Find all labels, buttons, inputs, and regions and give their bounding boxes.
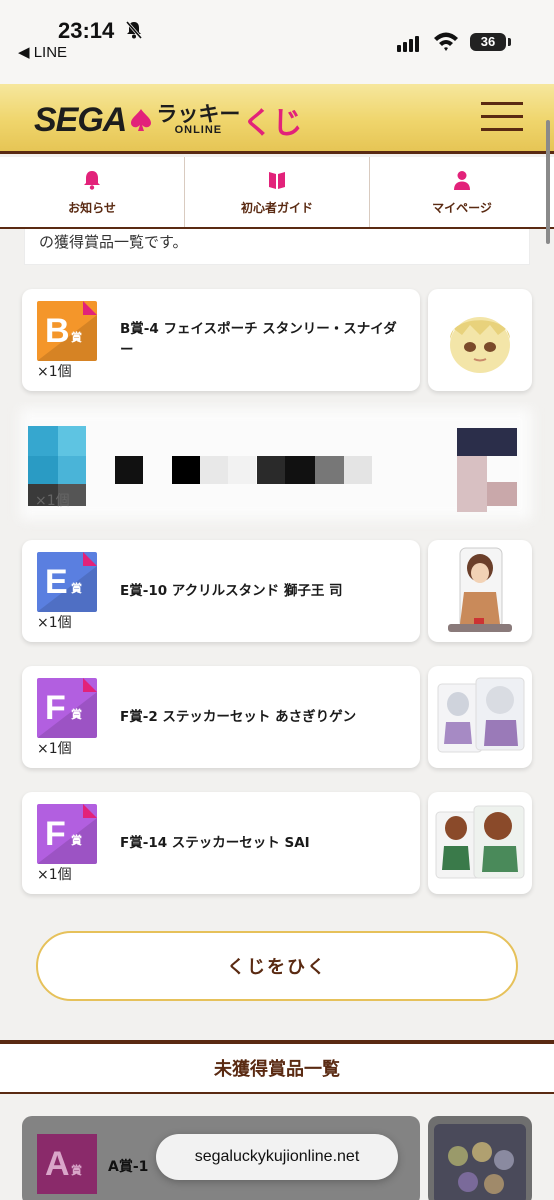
prize-name: E賞-10 アクリルスタンド 獅子王 司 bbox=[120, 582, 343, 599]
prize-card[interactable]: F 賞 F賞-2 ステッカーセット あさぎりゲン ×1個 bbox=[22, 666, 420, 768]
badge-letter: F bbox=[45, 689, 66, 727]
menu-icon[interactable] bbox=[481, 102, 523, 134]
prize-quantity: ×1個 bbox=[37, 364, 72, 380]
battery-level: 36 bbox=[480, 34, 496, 49]
badge-letter: E bbox=[45, 563, 68, 601]
bell-off-icon bbox=[125, 21, 143, 39]
browser-url-bar[interactable]: segaluckykujionline.net bbox=[156, 1134, 398, 1180]
prize-rank-badge: A 賞 bbox=[37, 1134, 97, 1194]
spade-icon bbox=[131, 109, 152, 131]
logo-kuji: くじ bbox=[242, 106, 303, 141]
prize-rank-badge: E 賞 bbox=[37, 552, 97, 612]
signal-icon bbox=[397, 33, 421, 52]
redacted-quantity: ×1個 bbox=[35, 493, 70, 509]
prize-quantity: ×1個 bbox=[37, 615, 72, 631]
draw-kuji-button[interactable]: くじをひく bbox=[36, 931, 518, 1001]
unearned-heading: 未獲得賞品一覧 bbox=[0, 1040, 554, 1094]
nav-news-label: お知らせ bbox=[68, 200, 116, 215]
badge-sho: 賞 bbox=[71, 582, 82, 595]
prize-rank-badge: B 賞 bbox=[37, 301, 97, 361]
nav-guide[interactable]: 初心者ガイド bbox=[185, 157, 370, 227]
prize-name: A賞-1 bbox=[108, 1159, 149, 1175]
prize-name: F賞-2 ステッカーセット あさぎりゲン bbox=[120, 708, 357, 725]
prize-quantity: ×1個 bbox=[37, 867, 72, 883]
prize-image[interactable] bbox=[428, 540, 532, 642]
badge-letter: B bbox=[45, 312, 70, 350]
intro-text: の獲得賞品一覧です。 bbox=[24, 229, 530, 265]
logo-lucky-text: ラッキー bbox=[156, 102, 241, 126]
logo-lucky: ラッキー ONLINE bbox=[156, 104, 240, 136]
bell-icon bbox=[84, 170, 100, 190]
acrylic-stand-image bbox=[448, 547, 512, 632]
scrollbar[interactable] bbox=[546, 120, 550, 244]
wifi-icon bbox=[434, 32, 458, 51]
badge-letter: A bbox=[45, 1145, 70, 1183]
prize-name: F賞-14 ステッカーセット SAI bbox=[120, 834, 310, 851]
prize-card[interactable]: F 賞 F賞-14 ステッカーセット SAI ×1個 bbox=[22, 792, 420, 894]
sticker-set-image bbox=[435, 805, 525, 879]
person-icon bbox=[454, 170, 470, 190]
plush-image bbox=[450, 317, 510, 373]
badge-sho: 賞 bbox=[71, 834, 82, 847]
prize-rank-badge: F 賞 bbox=[37, 678, 97, 738]
back-to-line[interactable]: ◀ LINE bbox=[18, 43, 67, 61]
battery-icon: 36 bbox=[470, 33, 506, 51]
prize-image[interactable] bbox=[428, 666, 532, 768]
prize-image[interactable] bbox=[428, 792, 532, 894]
logo-online-text: ONLINE bbox=[174, 124, 223, 136]
unearned-image bbox=[434, 1124, 526, 1200]
nav-mypage[interactable]: マイページ bbox=[370, 157, 554, 227]
nav-guide-label: 初心者ガイド bbox=[240, 200, 313, 215]
badge-sho: 賞 bbox=[71, 331, 82, 344]
site-header: SEGA ラッキー ONLINE くじ bbox=[0, 84, 554, 154]
book-icon bbox=[269, 171, 285, 189]
badge-sho: 賞 bbox=[71, 1164, 82, 1177]
prize-quantity: ×1個 bbox=[37, 741, 72, 757]
prize-image[interactable] bbox=[428, 1116, 532, 1200]
badge-letter: F bbox=[45, 815, 66, 853]
redacted-prize: ×1個 bbox=[0, 402, 554, 532]
sticker-set-image bbox=[437, 677, 525, 753]
site-logo[interactable]: SEGA ラッキー ONLINE くじ bbox=[34, 100, 303, 142]
prize-card[interactable]: B 賞 B賞-4 フェイスポーチ スタンリー・スナイダー ×1個 bbox=[22, 289, 420, 391]
nav-mypage-label: マイページ bbox=[432, 200, 492, 215]
nav-tabs: お知らせ 初心者ガイド マイページ bbox=[0, 157, 554, 229]
status-bar: 23:14 ◀ LINE 36 bbox=[0, 0, 554, 84]
prize-image[interactable] bbox=[428, 289, 532, 391]
status-time: 23:14 bbox=[58, 18, 115, 43]
logo-sega: SEGA bbox=[34, 100, 127, 139]
prize-rank-badge: F 賞 bbox=[37, 804, 97, 864]
prize-card[interactable]: E 賞 E賞-10 アクリルスタンド 獅子王 司 ×1個 bbox=[22, 540, 420, 642]
nav-news[interactable]: お知らせ bbox=[0, 157, 185, 227]
battery-tip bbox=[508, 38, 511, 46]
badge-sho: 賞 bbox=[71, 708, 82, 721]
prize-name: B賞-4 フェイスポーチ スタンリー・スナイダー bbox=[120, 321, 397, 358]
